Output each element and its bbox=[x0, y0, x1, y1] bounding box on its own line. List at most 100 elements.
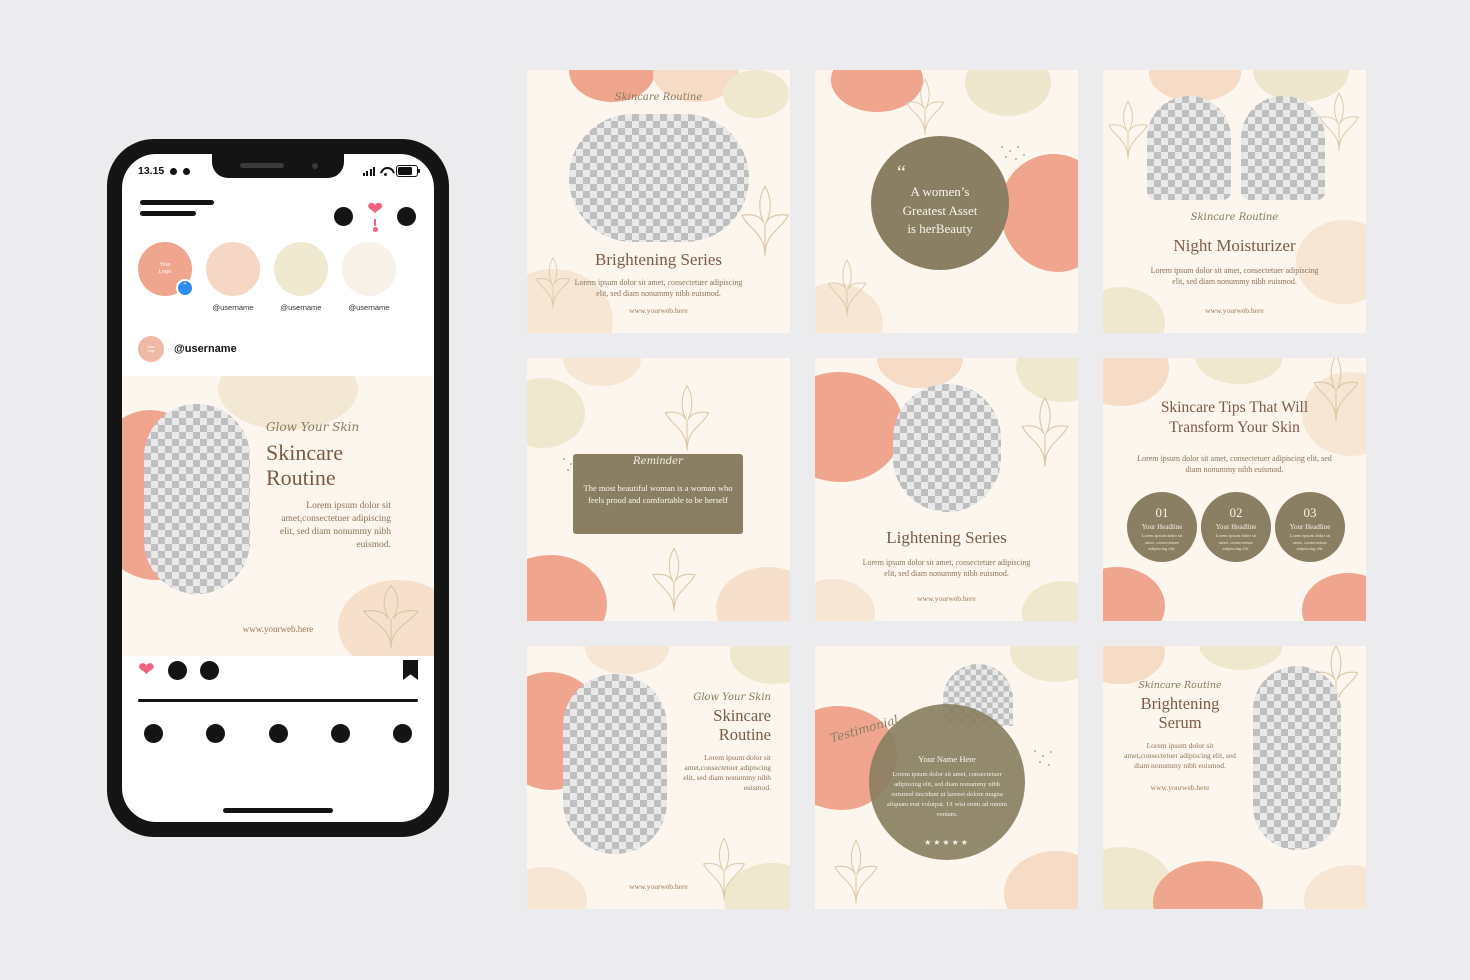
story-item[interactable]: @username bbox=[206, 242, 260, 312]
card-body: Lorem ipsum dolor sit amet,consectetuer … bbox=[683, 752, 771, 793]
profile-icon[interactable] bbox=[393, 724, 412, 743]
card-glow-your-skin[interactable]: Glow Your Skin Skincare Routine Lorem ip… bbox=[527, 646, 790, 909]
profile-icon[interactable] bbox=[397, 206, 416, 226]
card-body: Lorem ipsum dolor sit amet, consectetuer… bbox=[1150, 266, 1319, 286]
story-logo-label: Your Logo bbox=[158, 262, 172, 275]
template-grid: Skincare Routine Brightening Series Lore… bbox=[527, 70, 1368, 909]
quote-line1: A women’s bbox=[910, 183, 970, 199]
card-script: Reminder bbox=[633, 456, 683, 467]
app-header: ❤ bbox=[122, 188, 434, 232]
bookmark-icon[interactable] bbox=[403, 660, 418, 680]
shop-icon[interactable] bbox=[330, 724, 350, 743]
card-body: Lorem ipsum dolor sit amet, consectetuer… bbox=[1137, 454, 1332, 474]
image-placeholder bbox=[563, 674, 667, 854]
monstera-leaf-icon bbox=[827, 259, 867, 316]
card-web: www.yourweb.here bbox=[629, 882, 688, 891]
card-brightening-series[interactable]: Skincare Routine Brightening Series Lore… bbox=[527, 70, 790, 333]
monstera-leaf-icon bbox=[1108, 100, 1148, 159]
earpiece-speaker bbox=[240, 163, 284, 168]
avatar: Your Logo bbox=[138, 336, 164, 362]
card-web: www.yourweb.here bbox=[917, 594, 976, 603]
monstera-leaf-icon bbox=[1021, 396, 1069, 467]
post-web: www.yourweb.here bbox=[242, 624, 314, 634]
post-author-username: @username bbox=[174, 343, 237, 355]
heart-icon[interactable]: ❤ bbox=[367, 200, 383, 232]
card-lightening-series[interactable]: Lightening Series Lorem ipsum dolor sit … bbox=[815, 358, 1078, 621]
front-camera bbox=[312, 163, 318, 169]
status-dot-icon bbox=[170, 167, 178, 175]
card-title-line1: Brightening bbox=[1140, 694, 1220, 713]
image-placeholder bbox=[1241, 96, 1325, 200]
card-title-line1: Skincare Tips That Will bbox=[1160, 399, 1309, 416]
story-item[interactable]: @username bbox=[274, 242, 328, 312]
card-web: www.yourweb.here bbox=[1150, 783, 1210, 793]
post-author[interactable]: Your Logo @username bbox=[122, 336, 434, 362]
reels-icon[interactable] bbox=[268, 724, 288, 743]
card-body: The most beautiful woman is a woman who … bbox=[583, 483, 733, 506]
card-script: Skincare Routine bbox=[1190, 212, 1279, 223]
wifi-icon bbox=[380, 167, 391, 176]
post-actions: ❤ bbox=[122, 660, 434, 680]
story-item[interactable]: Your Logo + bbox=[138, 242, 194, 312]
search-icon[interactable] bbox=[206, 724, 226, 743]
card-title: Lightening Series bbox=[886, 528, 1007, 547]
tab-bar bbox=[122, 724, 434, 743]
image-placeholder bbox=[144, 404, 250, 594]
card-script: Skincare Routine bbox=[1138, 680, 1222, 691]
card-night-moisturizer[interactable]: Skincare Routine Night Moisturizer Lorem… bbox=[1103, 70, 1366, 333]
monstera-leaf-icon bbox=[702, 837, 746, 900]
card-body: Lorem ipsum dolor sit amet, consectetuer… bbox=[886, 771, 1008, 818]
post-script-title: Glow Your Skin bbox=[266, 420, 360, 434]
step-text: Lorem ipsum dolor sit amet, consectetuer… bbox=[1141, 533, 1183, 552]
post-image[interactable]: Glow Your Skin Skincare Routine Lorem ip… bbox=[122, 376, 434, 656]
divider bbox=[138, 699, 418, 702]
card-title-line2: Transform Your Skin bbox=[1169, 419, 1300, 437]
step-number: 01 bbox=[1155, 505, 1169, 521]
battery-icon bbox=[396, 165, 420, 177]
card-skincare-tips[interactable]: Skincare Tips That Will Transform Your S… bbox=[1103, 358, 1366, 621]
story-username: @username bbox=[348, 303, 390, 312]
story-username: @username bbox=[280, 303, 322, 312]
card-title-line1: Skincare bbox=[713, 706, 771, 725]
card-quote-greatest-asset[interactable]: “ A women’s Greatest Asset is herBeauty bbox=[815, 70, 1078, 333]
card-web: www.yourweb.here bbox=[629, 306, 688, 315]
home-indicator bbox=[223, 808, 333, 813]
step-number: 03 bbox=[1303, 505, 1317, 521]
rating-stars: ★★★★★ bbox=[924, 838, 970, 847]
phone-mockup: 13.15 ❤ Your Logo + @username @username … bbox=[108, 140, 448, 836]
step-circle: 02 Your Headline Lorem ipsum dolor sit a… bbox=[1201, 492, 1271, 562]
share-icon[interactable] bbox=[199, 660, 219, 680]
step-headline: Your Headline bbox=[1141, 523, 1183, 532]
image-placeholder bbox=[893, 384, 1001, 512]
testimonial-name: Your Name Here bbox=[918, 754, 976, 764]
monstera-leaf-icon bbox=[362, 585, 420, 649]
comment-icon[interactable] bbox=[167, 660, 187, 680]
card-title: Brightening Series bbox=[594, 250, 722, 269]
add-story-icon[interactable]: + bbox=[176, 279, 194, 297]
image-placeholder bbox=[569, 114, 749, 242]
card-reminder[interactable]: Reminder The most beautiful woman is a w… bbox=[527, 358, 790, 621]
monstera-leaf-icon bbox=[664, 384, 710, 451]
home-icon[interactable] bbox=[144, 724, 163, 743]
card-body: Lorem ipsum dolor sit amet,consectetuer … bbox=[1124, 740, 1236, 771]
card-brightening-serum[interactable]: Skincare Routine Brightening Serum Lorem… bbox=[1103, 646, 1366, 909]
post-title-line1: Skincare bbox=[266, 440, 343, 465]
quote-line2: Greatest Asset bbox=[902, 202, 978, 218]
step-circle: 01 Your Headline Lorem ipsum dolor sit a… bbox=[1127, 492, 1197, 562]
step-headline: Your Headline bbox=[1289, 523, 1331, 532]
phone-screen: 13.15 ❤ Your Logo + @username @username … bbox=[122, 154, 434, 822]
step-text: Lorem ipsum dolor sit amet, consectetuer… bbox=[1215, 533, 1257, 552]
messages-icon[interactable] bbox=[334, 206, 354, 226]
step-circle: 03 Your Headline Lorem ipsum dolor sit a… bbox=[1275, 492, 1345, 562]
post-title-line2: Routine bbox=[266, 464, 336, 490]
step-number: 02 bbox=[1229, 505, 1243, 521]
stories-row: Your Logo + @username @username @username bbox=[122, 242, 434, 312]
phone-notch bbox=[212, 154, 344, 178]
image-placeholder bbox=[1147, 96, 1231, 200]
story-item[interactable]: @username bbox=[342, 242, 396, 312]
card-testimonial[interactable]: Testimonial Your Name Here Lorem ipsum d… bbox=[815, 646, 1078, 909]
quote-line3: is herBeauty bbox=[907, 221, 973, 237]
post-body: Lorem ipsum dolor sit amet,consectetuer … bbox=[279, 501, 391, 550]
card-script: Glow Your Skin bbox=[693, 692, 771, 703]
heart-icon[interactable]: ❤ bbox=[138, 660, 155, 680]
